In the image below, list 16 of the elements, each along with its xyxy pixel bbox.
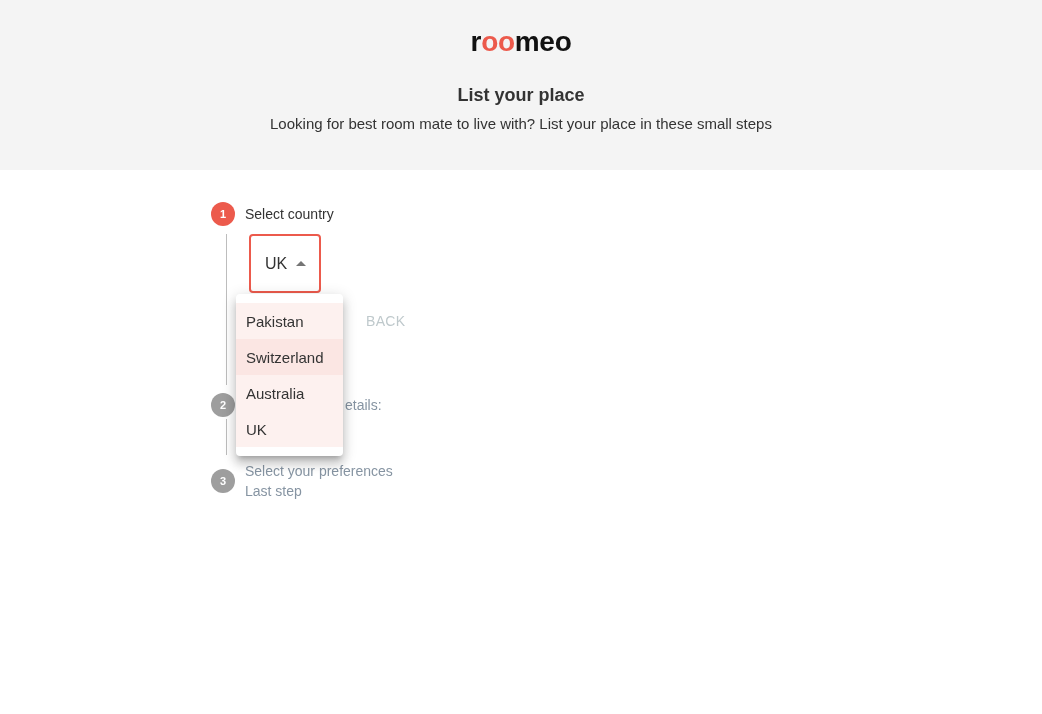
step-number: 1 — [211, 202, 235, 226]
menu-item[interactable]: Pakistan — [236, 303, 343, 339]
step-label: Select your preferences — [245, 462, 393, 481]
step-sublabel: Last step — [245, 482, 303, 501]
page-subtitle: Looking for best room mate to live with? List your place in these small steps — [270, 115, 772, 133]
menu-item[interactable]: Switzerland — [236, 339, 343, 375]
logo: roomeo — [470, 27, 572, 57]
menu-item[interactable]: Australia — [236, 375, 343, 411]
step-number: 3 — [211, 469, 235, 493]
menu-item[interactable]: UK — [236, 411, 343, 447]
page-title: List your place — [457, 84, 585, 106]
step-label: Select country — [245, 205, 334, 224]
step-number: 2 — [211, 393, 235, 417]
step-label: etails: — [345, 396, 382, 415]
caret-icon — [296, 261, 307, 266]
country-select[interactable]: UK — [249, 234, 321, 293]
